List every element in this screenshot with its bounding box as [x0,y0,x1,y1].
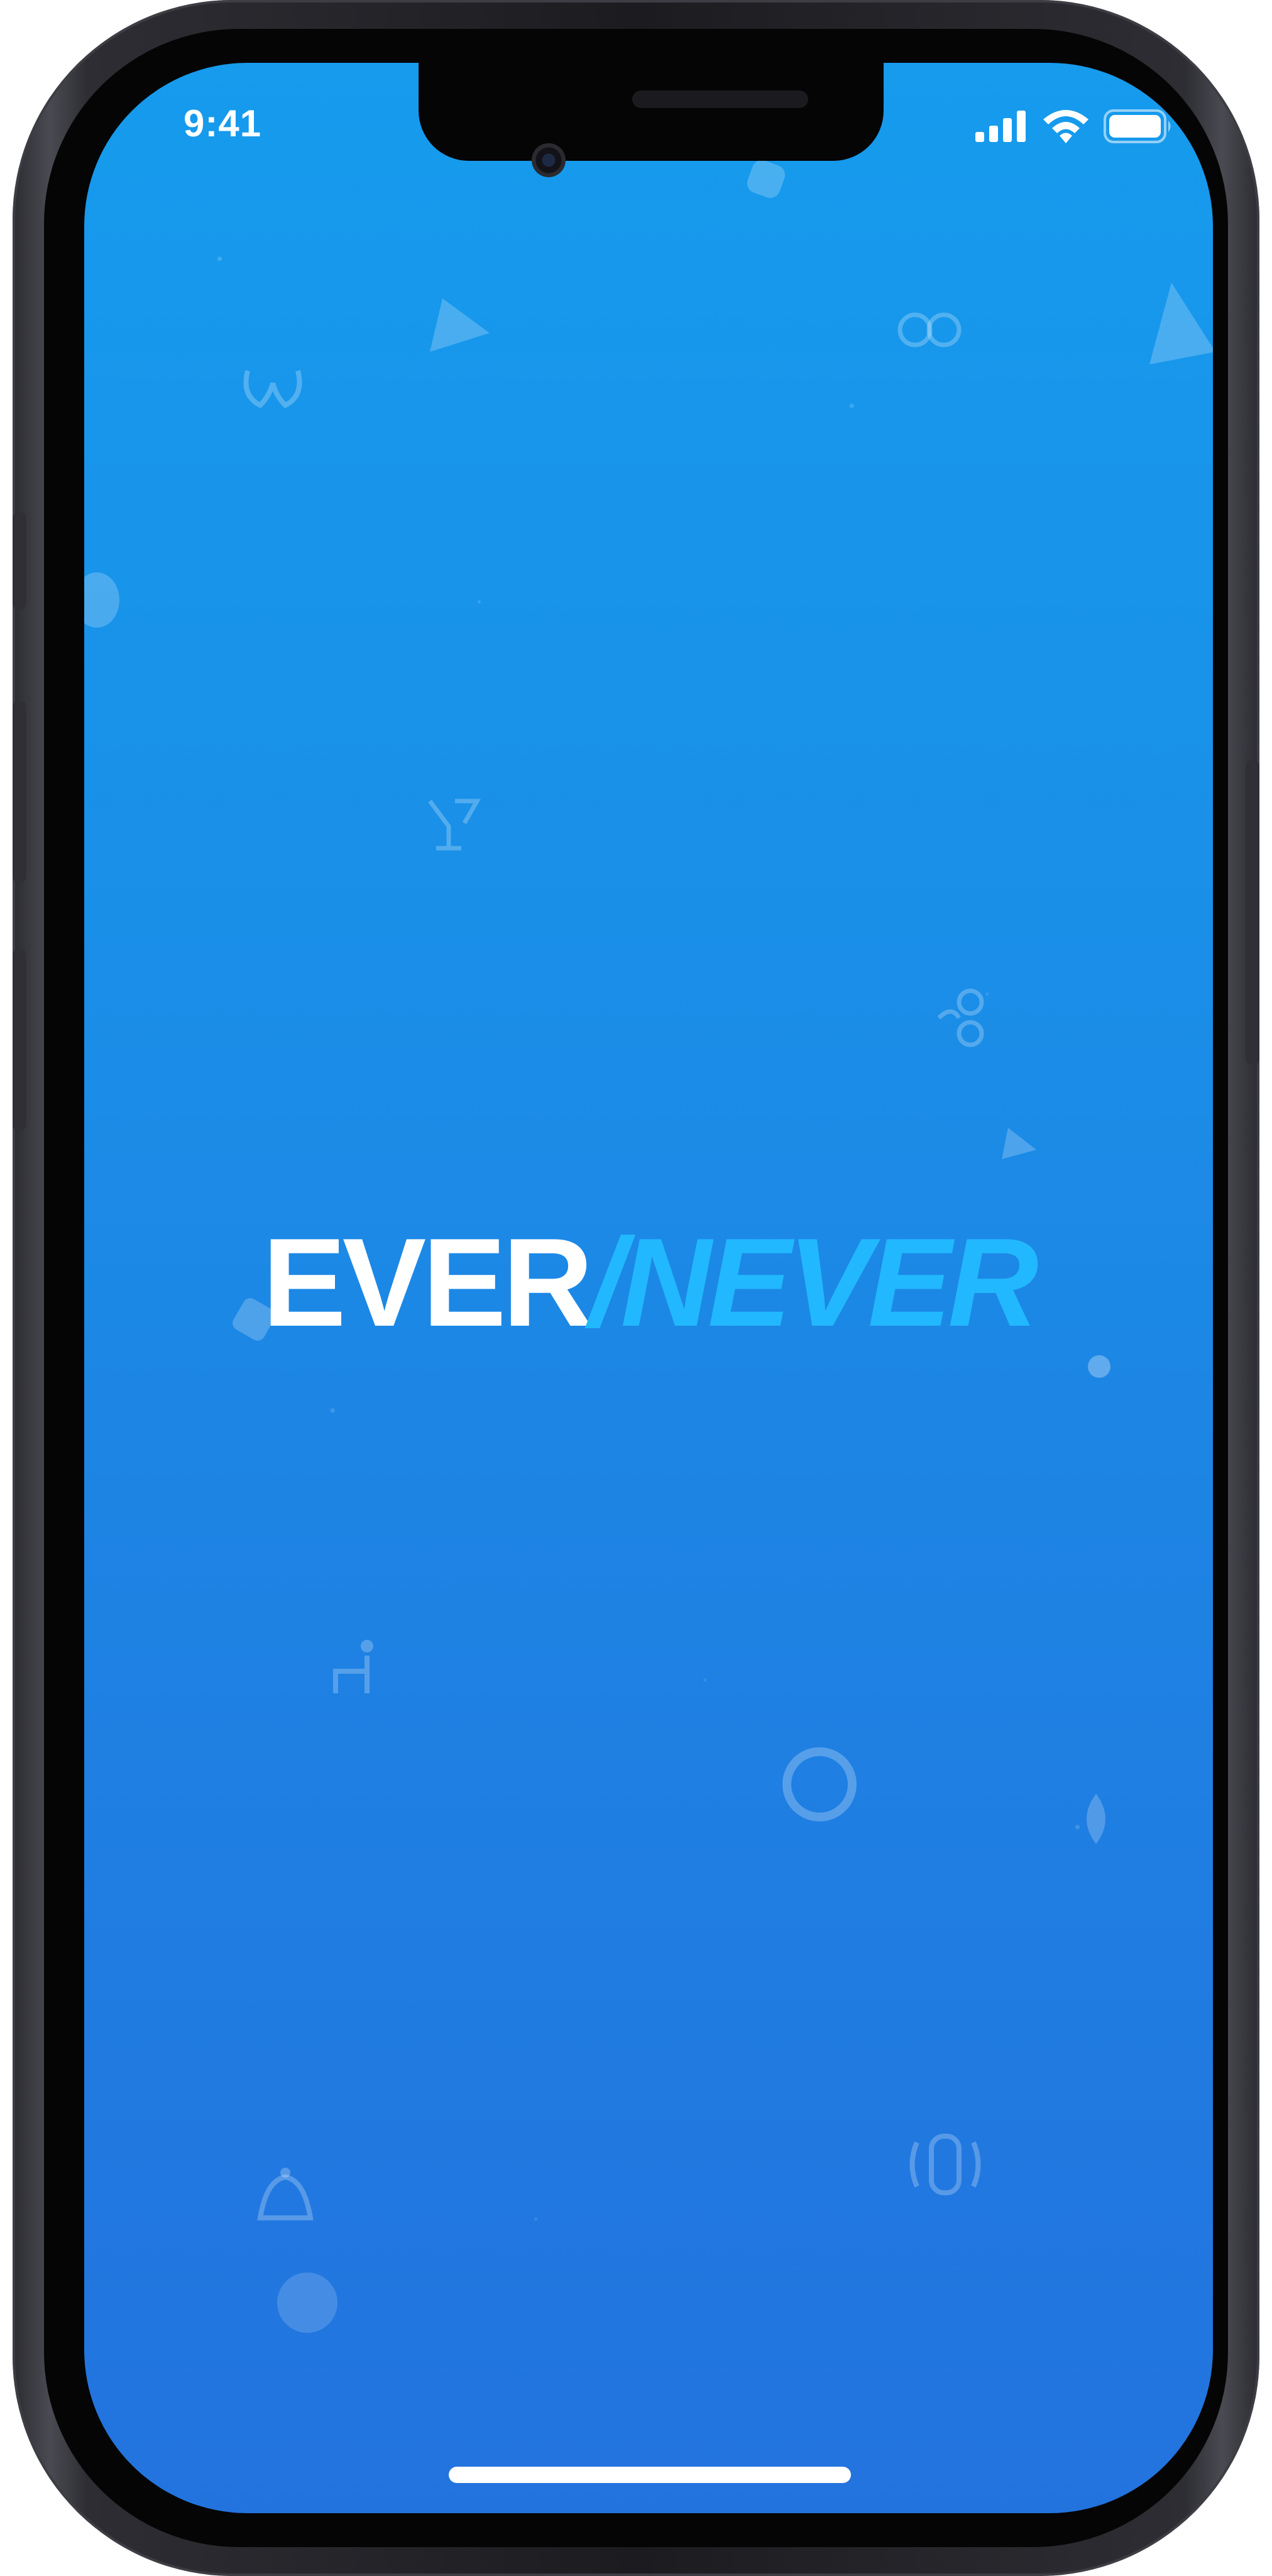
drop-doodle-icon [84,572,119,628]
front-camera [532,143,566,177]
triangle-doodle-icon [430,298,490,352]
app-logo: EVER/NEVER [84,1220,1213,1346]
phone-frame: 9:41 EVER/NEVER [13,0,1259,2576]
logo-never: /NEVER [589,1213,1039,1353]
bra-doodle-icon [897,312,962,347]
cocktail-doodle-icon [428,799,481,851]
circle-doodle-icon [277,2273,337,2333]
silent-switch [13,512,26,609]
splash-screen[interactable]: 9:41 EVER/NEVER [84,63,1213,2513]
ring-doodle-icon [782,1747,857,1821]
triangle-doodle-icon [1149,283,1213,364]
figure-doodle-icon [333,1640,373,1693]
vibrate-doodle-icon [909,2134,981,2195]
rounded-square-doodle-icon [747,160,786,199]
home-indicator[interactable] [449,2467,851,2483]
heart-doodle-icon [243,370,302,408]
status-time: 9:41 [184,102,262,145]
volume-down-button [13,949,26,1131]
power-button [1246,760,1259,1065]
cuffs-doodle-icon [937,988,984,1047]
signal-icon [975,111,1026,142]
status-icons [975,109,1174,143]
status-bar: 9:41 [84,63,1213,145]
volume-up-button [13,701,26,883]
triangle-doodle-icon [1002,1128,1036,1159]
wifi-icon [1043,110,1088,143]
logo-ever: EVER [262,1213,593,1353]
dot-doodle-icon [1088,1355,1110,1378]
leaf-doodle-icon [1087,1794,1105,1844]
battery-icon [1104,109,1171,143]
bell-doodle-icon [257,2168,314,2220]
